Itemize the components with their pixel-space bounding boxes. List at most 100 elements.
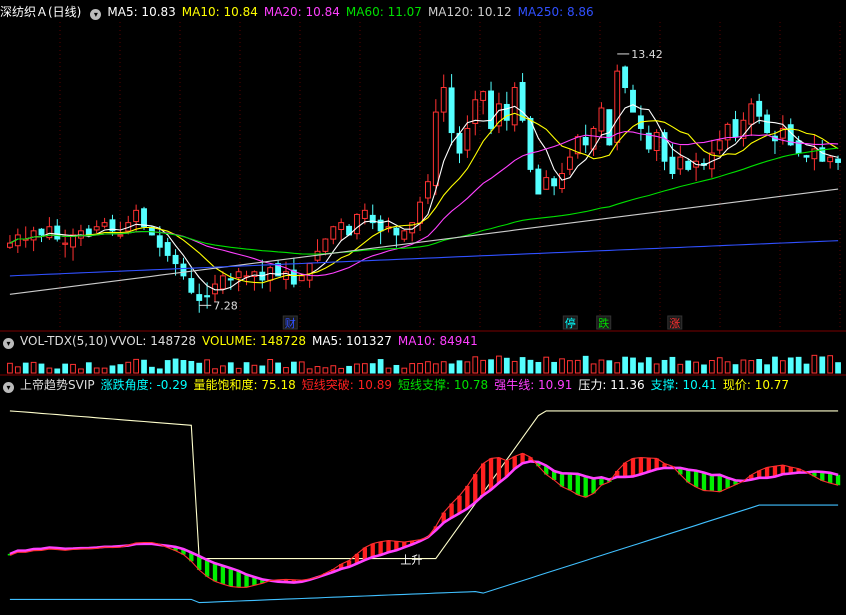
volume-bar (306, 368, 313, 374)
candle-body (440, 87, 447, 113)
candle-body (101, 222, 108, 227)
volume-bar (275, 362, 281, 374)
volume-bar (227, 362, 234, 374)
low-label: 7.28 (213, 299, 238, 312)
candle-body (6, 242, 13, 248)
volume-bar (298, 361, 305, 374)
volume-bar (748, 360, 755, 374)
candle-body (401, 230, 408, 240)
volume-bar (787, 357, 794, 374)
candle-body (330, 226, 337, 240)
volume-bar (630, 357, 636, 374)
volume-bar (204, 359, 210, 374)
volume-bar (685, 360, 692, 374)
volume-bar (622, 356, 628, 374)
volume-bar (645, 357, 652, 374)
volume-bar (22, 362, 29, 374)
candle-body (227, 278, 234, 281)
candle-body (503, 103, 510, 121)
volume-bar (543, 356, 550, 374)
candle-body (827, 156, 834, 163)
volume-bar (220, 365, 226, 374)
candle-body (716, 140, 723, 151)
candle-body (46, 226, 53, 239)
ma-line-120 (9, 188, 839, 295)
candle-body (38, 228, 45, 236)
candle-body (62, 242, 69, 245)
volume-bar (338, 367, 345, 374)
volume-bar (93, 367, 100, 374)
candle-body (448, 87, 455, 134)
candle-body (219, 275, 226, 290)
volume-bar (653, 363, 660, 374)
candle-body (354, 213, 360, 235)
volume-bar (172, 358, 179, 374)
high-label: 13.42 (631, 48, 663, 61)
volume-bar (62, 363, 69, 374)
volume-bar (109, 365, 116, 374)
volume-bar (291, 361, 297, 374)
volume-bar (85, 362, 92, 374)
volume-bar (519, 357, 526, 374)
candle-body (30, 230, 37, 241)
volume-bar (440, 361, 447, 374)
volume-bar (756, 359, 763, 374)
volume-bar (677, 363, 684, 374)
candle-body (764, 114, 771, 134)
volume-bar (488, 359, 494, 374)
volume-bar (598, 359, 605, 374)
volume-bar (606, 360, 613, 374)
volume-bar (835, 362, 841, 374)
volume-bar (527, 359, 534, 374)
candle-body (756, 100, 763, 117)
volume-bar (716, 357, 723, 374)
candle-body (480, 91, 487, 101)
candle-body (803, 155, 810, 158)
volume-bar (330, 365, 337, 374)
volume-bar (369, 363, 376, 374)
volume-bar (377, 359, 384, 374)
volume-bar (709, 359, 715, 374)
stock-chart[interactable]: 13.42 7.28 财 停 跌 涨上升 (0, 0, 846, 615)
volume-bar (638, 362, 644, 374)
volume-bar (724, 361, 731, 374)
candle-body (835, 158, 842, 163)
candle-body (677, 156, 684, 170)
candle-body (298, 275, 305, 282)
candle-body (164, 242, 171, 256)
volume-bar (503, 357, 510, 374)
volume-bar (827, 355, 834, 374)
candle-body (653, 132, 660, 152)
candle-body (432, 111, 439, 187)
volume-bar (614, 362, 621, 374)
ma-line-5 (9, 104, 839, 291)
ma-line-10 (9, 112, 839, 284)
candle-body (156, 235, 163, 248)
volume-bar (693, 361, 699, 374)
candle-body (598, 107, 605, 132)
volume-bar (78, 368, 84, 374)
rise-label: 上升 (400, 553, 422, 566)
volume-bar (141, 359, 147, 374)
volume-bar (180, 360, 187, 374)
candle-body (527, 117, 534, 170)
candle-body (630, 89, 636, 113)
volume-bar (772, 356, 778, 374)
volume-bar (283, 367, 289, 374)
volume-bar (196, 362, 203, 374)
volume-bar (732, 364, 739, 374)
candle-body (188, 278, 195, 293)
volume-bar (385, 367, 392, 374)
volume-bar (480, 359, 487, 374)
volume-bar (511, 360, 518, 374)
candle-body (180, 263, 187, 277)
volume-bar (46, 367, 53, 374)
volume-bar (464, 361, 471, 374)
volume-bar (669, 356, 676, 374)
candle-body (85, 228, 92, 236)
marker-1: 停 (565, 316, 576, 330)
volume-bar (188, 360, 195, 374)
candle-body (488, 90, 494, 129)
volume-bar (779, 360, 786, 374)
volume-bar (795, 356, 802, 374)
